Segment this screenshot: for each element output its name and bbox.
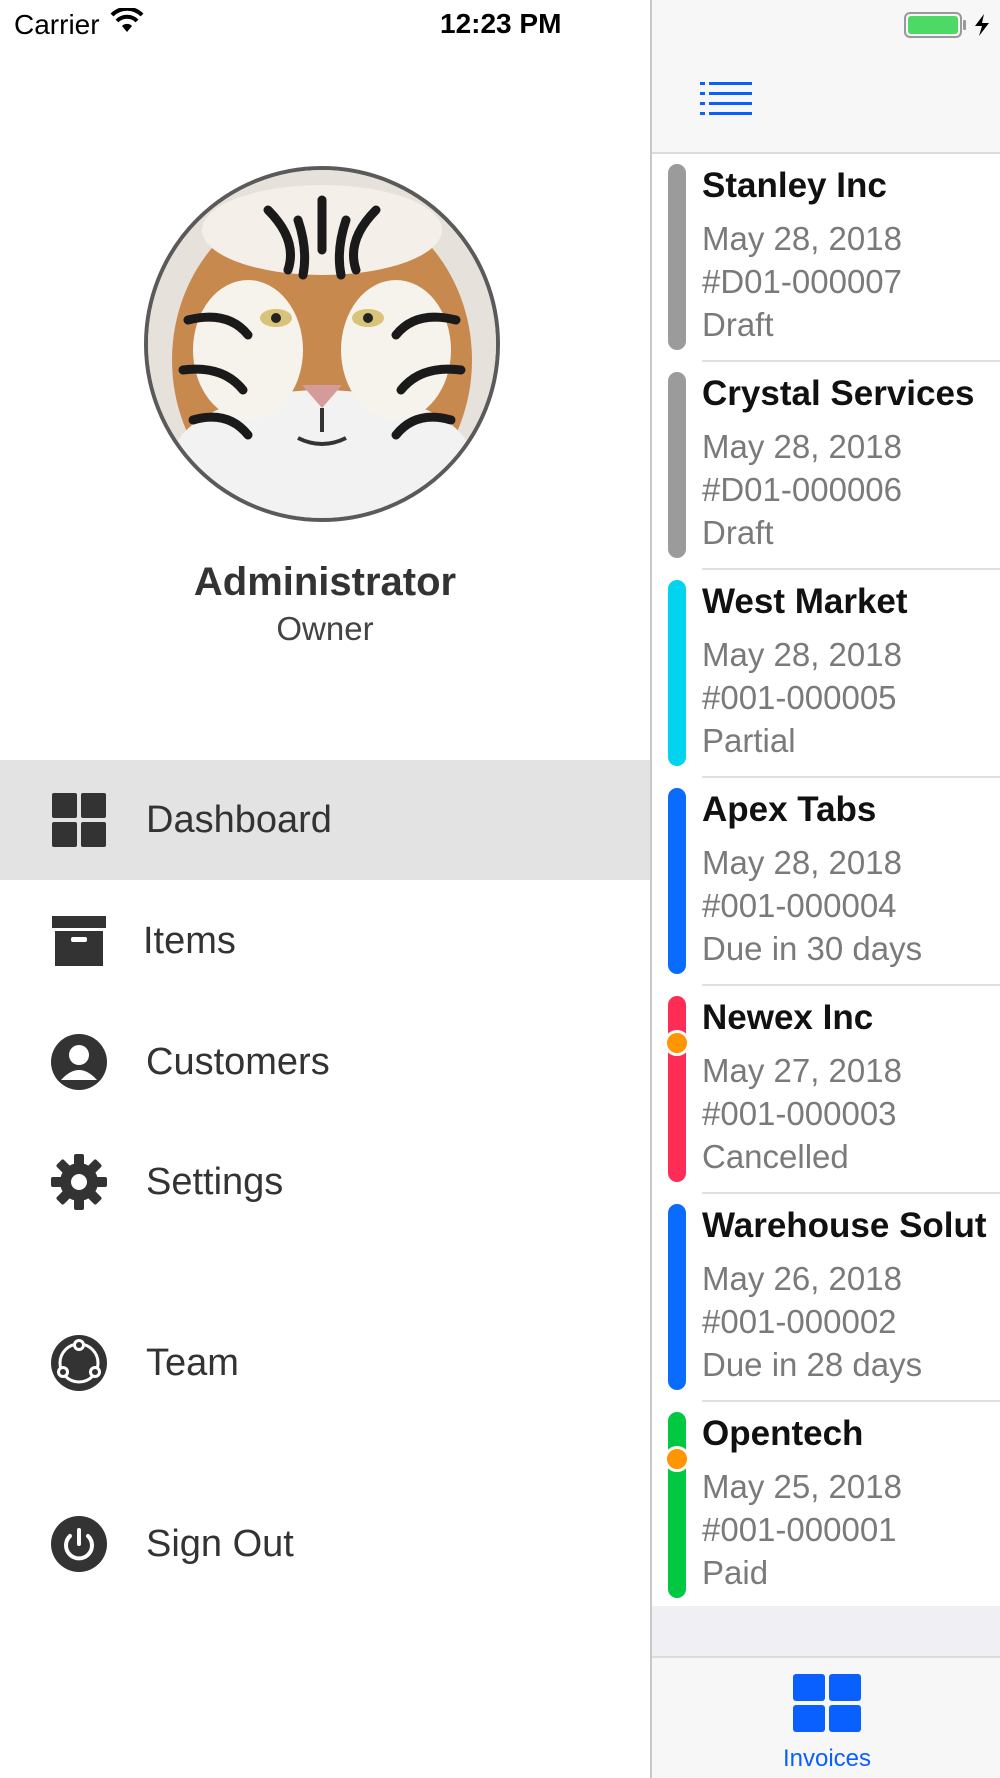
invoice-number: #001-000001	[702, 1511, 897, 1548]
invoice-customer: West Market	[702, 582, 908, 621]
invoice-number: #001-000002	[702, 1303, 897, 1340]
invoice-status: Cancelled	[702, 1138, 849, 1175]
battery-icon	[904, 12, 998, 43]
side-drawer: Carrier 12:23 PM Administrator Owner Das…	[0, 0, 650, 1778]
avatar[interactable]	[144, 166, 500, 522]
menu-label-items: Items	[143, 919, 236, 962]
invoice-row[interactable]: Warehouse Solut May 26, 2018 #001-000002…	[652, 1194, 1000, 1402]
menu-label-team: Team	[146, 1341, 239, 1384]
invoice-number: #D01-000007	[702, 263, 902, 300]
nav-bar	[652, 0, 1000, 154]
menu-label-sign-out: Sign Out	[146, 1522, 294, 1565]
invoice-number: #001-000003	[702, 1095, 897, 1132]
tab-label-invoices: Invoices	[782, 1745, 872, 1772]
invoice-customer: Apex Tabs	[702, 790, 877, 829]
overdue-dot-indicator	[664, 1446, 690, 1472]
menu-item-team[interactable]: Team	[0, 1303, 650, 1423]
invoice-status: Due in 28 days	[702, 1346, 923, 1383]
invoice-row[interactable]: West Market May 28, 2018 #001-000005 Par…	[652, 570, 1000, 778]
status-color-bar	[668, 164, 686, 350]
invoice-status: Paid	[702, 1554, 769, 1591]
invoice-date: May 28, 2018	[702, 220, 902, 257]
user-circle-icon	[50, 1033, 108, 1091]
menu-label-customers: Customers	[146, 1040, 330, 1083]
menu-item-items[interactable]: Items	[0, 881, 650, 1001]
invoice-customer: Stanley Inc	[702, 166, 887, 205]
invoice-customer: Opentech	[702, 1414, 864, 1453]
invoice-customer: Newex Inc	[702, 998, 874, 1037]
invoice-row[interactable]: Stanley Inc May 28, 2018 #D01-000007 Dra…	[652, 154, 1000, 362]
invoice-customer: Crystal Services	[702, 374, 975, 413]
menu-item-dashboard[interactable]: Dashboard	[0, 760, 650, 880]
status-color-bar	[668, 1412, 686, 1598]
menu-label-dashboard: Dashboard	[146, 798, 332, 841]
list-menu-icon[interactable]	[700, 82, 752, 121]
status-bar-left: Carrier	[14, 6, 144, 41]
status-color-bar	[668, 996, 686, 1182]
profile-role: Owner	[276, 610, 374, 647]
menu-label-settings: Settings	[146, 1160, 284, 1203]
invoices-grid-icon	[793, 1674, 861, 1736]
invoice-status: Due in 30 days	[702, 930, 923, 967]
invoice-number: #D01-000006	[702, 471, 902, 508]
invoice-row[interactable]: Opentech May 25, 2018 #001-000001 Paid	[652, 1402, 1000, 1610]
power-icon	[50, 1515, 108, 1573]
invoice-status: Partial	[702, 722, 796, 759]
invoice-date: May 25, 2018	[702, 1468, 902, 1505]
invoice-date: May 26, 2018	[702, 1260, 902, 1297]
tab-invoices[interactable]: Invoices	[767, 1674, 887, 1773]
gear-icon	[50, 1153, 108, 1211]
archive-box-icon	[50, 912, 108, 970]
menu-item-customers[interactable]: Customers	[0, 1002, 650, 1122]
status-color-bar	[668, 1204, 686, 1390]
invoice-number: #001-000004	[702, 887, 897, 924]
wifi-icon	[110, 6, 144, 41]
menu-item-sign-out[interactable]: Sign Out	[0, 1484, 650, 1604]
invoice-list: Stanley Inc May 28, 2018 #D01-000007 Dra…	[652, 154, 1000, 1606]
carrier-label: Carrier	[14, 8, 100, 40]
dashboard-icon	[50, 791, 108, 849]
invoice-date: May 28, 2018	[702, 636, 902, 673]
invoice-date: May 28, 2018	[702, 844, 902, 881]
invoices-panel: Stanley Inc May 28, 2018 #D01-000007 Dra…	[650, 0, 1000, 1778]
invoice-row[interactable]: Crystal Services May 28, 2018 #D01-00000…	[652, 362, 1000, 570]
menu-item-settings[interactable]: Settings	[0, 1122, 650, 1242]
invoice-date: May 28, 2018	[702, 428, 902, 465]
invoice-date: May 27, 2018	[702, 1052, 902, 1089]
invoice-number: #001-000005	[702, 679, 897, 716]
status-time: 12:23 PM	[440, 8, 562, 39]
list-footer	[652, 1606, 1000, 1658]
status-color-bar	[668, 372, 686, 558]
team-icon	[50, 1334, 108, 1392]
status-color-bar	[668, 580, 686, 766]
profile-name: Administrator	[193, 560, 457, 604]
invoice-row[interactable]: Newex Inc May 27, 2018 #001-000003 Cance…	[652, 986, 1000, 1194]
invoice-status: Draft	[702, 306, 774, 343]
status-color-bar	[668, 788, 686, 974]
tab-bar: Invoices	[652, 1658, 1000, 1778]
invoice-status: Draft	[702, 514, 774, 551]
invoice-customer: Warehouse Solut	[702, 1206, 987, 1245]
overdue-dot-indicator	[664, 1030, 690, 1056]
invoice-row[interactable]: Apex Tabs May 28, 2018 #001-000004 Due i…	[652, 778, 1000, 986]
